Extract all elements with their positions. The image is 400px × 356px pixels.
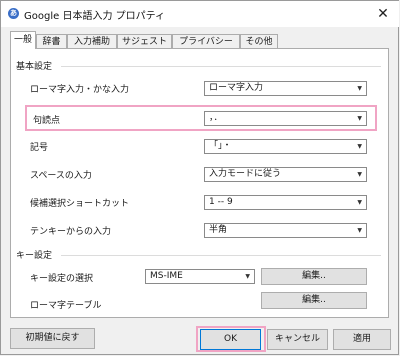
chevron-down-icon: ▼: [245, 273, 250, 280]
chevron-down-icon: ▼: [357, 115, 362, 122]
chevron-down-icon: ▼: [357, 171, 362, 178]
punctuation-value: ，．: [209, 113, 223, 123]
symbol-value: 「」・: [209, 141, 232, 151]
romaji-kana-value: ローマ字入力: [209, 83, 264, 93]
tab-suggest[interactable]: サジェスト: [117, 34, 172, 48]
punctuation-label: 句読点: [33, 116, 61, 126]
chevron-down-icon: ▼: [357, 85, 362, 92]
app-icon: あ: [8, 8, 19, 19]
candidate-shortcut-select[interactable]: 1 -- 9 ▼: [204, 195, 367, 210]
general-panel: 基本設定 ローマ字入力・かな入力 ローマ字入力 ▼ 句読点 ，． ▼ 記号 「」…: [10, 48, 389, 318]
numpad-input-value: 半角: [209, 225, 228, 235]
keymap-select-label: キー設定の選択: [30, 274, 94, 284]
reset-defaults-button[interactable]: 初期値に戻す: [10, 328, 95, 349]
tab-input-assist[interactable]: 入力補助: [67, 34, 117, 48]
candidate-shortcut-value: 1 -- 9: [209, 197, 233, 207]
romaji-table-label: ローマ字テーブル: [30, 301, 102, 311]
chevron-down-icon: ▼: [357, 199, 362, 206]
numpad-input-select[interactable]: 半角 ▼: [204, 223, 367, 238]
romaji-kana-label: ローマ字入力・かな入力: [30, 85, 130, 95]
chevron-down-icon: ▼: [357, 227, 362, 234]
space-input-value: 入力モードに従う: [209, 169, 282, 179]
chevron-down-icon: ▼: [357, 143, 362, 150]
symbol-label: 記号: [30, 143, 49, 153]
punctuation-select[interactable]: ，． ▼: [204, 111, 367, 126]
window-title: Google 日本語入力 プロパティ: [24, 11, 166, 22]
romaji-kana-select[interactable]: ローマ字入力 ▼: [204, 81, 367, 96]
keymap-value: MS-IME: [150, 271, 183, 281]
tab-privacy[interactable]: プライバシー: [172, 34, 240, 48]
close-icon[interactable]: ✕: [373, 4, 393, 24]
symbol-select[interactable]: 「」・ ▼: [204, 139, 367, 154]
title-bar: あ Google 日本語入力 プロパティ ✕: [1, 1, 399, 27]
space-input-select[interactable]: 入力モードに従う ▼: [204, 167, 367, 182]
tab-other[interactable]: その他: [240, 34, 278, 48]
key-settings-heading: キー設定: [16, 251, 53, 261]
properties-window: あ Google 日本語入力 プロパティ ✕ 一般 辞書 入力補助 サジェスト …: [0, 0, 399, 355]
space-input-label: スペースの入力: [30, 171, 92, 181]
ok-button[interactable]: OK: [200, 329, 261, 350]
numpad-input-label: テンキーからの入力: [30, 227, 112, 237]
section-divider: [61, 66, 381, 67]
cancel-button[interactable]: キャンセル: [267, 329, 328, 350]
keymap-edit-button[interactable]: 編集..: [261, 268, 367, 285]
section-divider: [61, 255, 381, 256]
apply-button[interactable]: 適用: [333, 329, 391, 350]
keymap-select[interactable]: MS-IME ▼: [145, 269, 255, 284]
basic-settings-heading: 基本設定: [16, 62, 53, 72]
romaji-table-edit-button[interactable]: 編集..: [261, 292, 367, 309]
candidate-shortcut-label: 候補選択ショートカット: [30, 199, 130, 209]
tab-dictionary[interactable]: 辞書: [36, 34, 67, 48]
tab-general[interactable]: 一般: [10, 31, 36, 49]
